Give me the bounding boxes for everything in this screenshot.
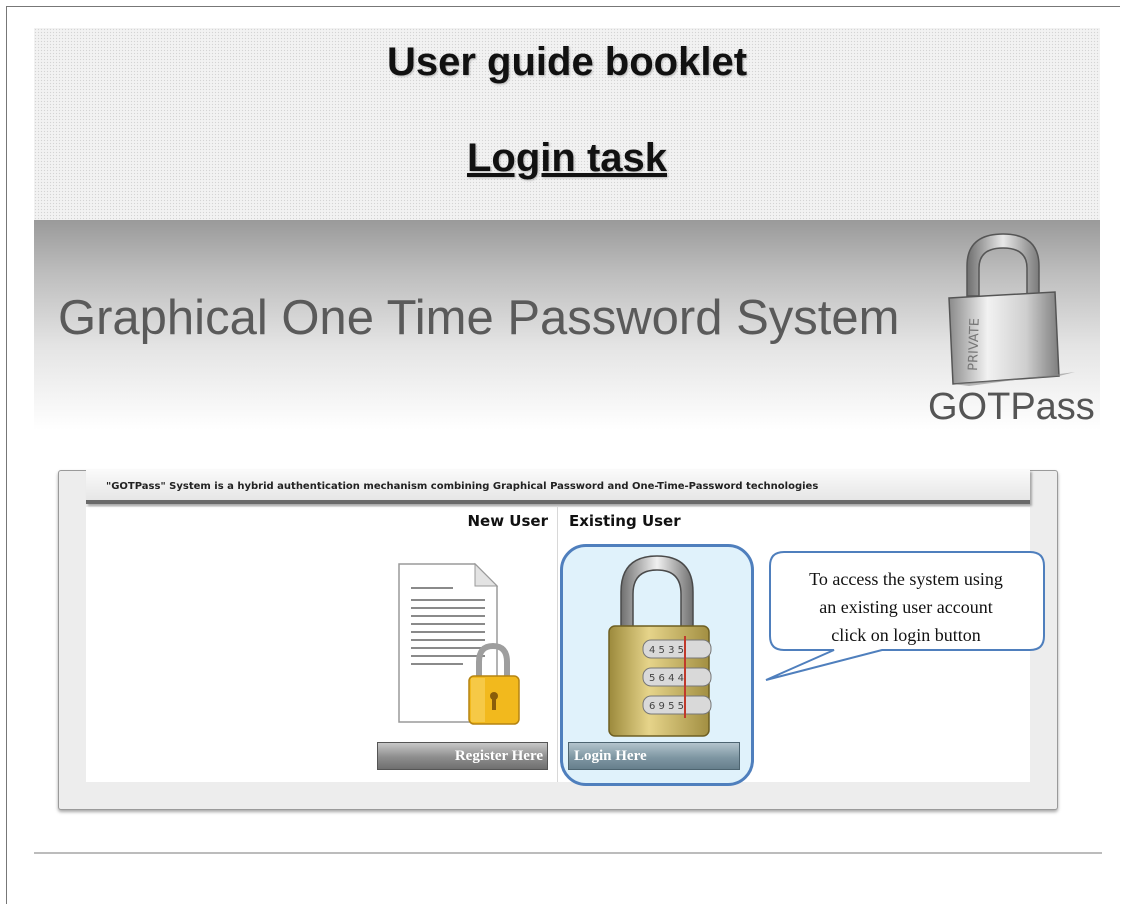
- page-title: User guide booklet: [386, 40, 748, 84]
- existing-user-heading: Existing User: [569, 512, 681, 530]
- callout-line: To access the system using: [809, 569, 1003, 589]
- svg-text:6 9 5 5: 6 9 5 5: [649, 701, 684, 712]
- padlock-icon: PRIVATE: [948, 233, 1075, 386]
- footer-divider: [34, 852, 1102, 854]
- brand-name: GOTPass: [928, 386, 1095, 428]
- document-lock-icon: [398, 562, 520, 725]
- padlock-private-label: PRIVATE: [966, 318, 983, 371]
- column-divider: [557, 507, 558, 782]
- register-button[interactable]: Register Here: [377, 742, 548, 770]
- svg-text:5 6 4 4: 5 6 4 4: [649, 673, 684, 684]
- svg-text:4 5 3 5: 4 5 3 5: [649, 645, 684, 656]
- combination-lock-icon: 4 5 3 5 5 6 4 4 6 9 5 5: [608, 555, 712, 737]
- system-title: Graphical One Time Password System: [58, 291, 900, 345]
- new-user-heading: New User: [467, 512, 549, 530]
- callout-line: click on login button: [831, 625, 981, 645]
- info-text: "GOTPass" System is a hybrid authenticat…: [106, 481, 819, 492]
- page-subtitle: Login task: [466, 136, 668, 180]
- callout-line: an existing user account: [819, 597, 993, 617]
- login-button[interactable]: Login Here: [568, 742, 740, 770]
- callout-text: To access the system using an existing u…: [776, 565, 1036, 649]
